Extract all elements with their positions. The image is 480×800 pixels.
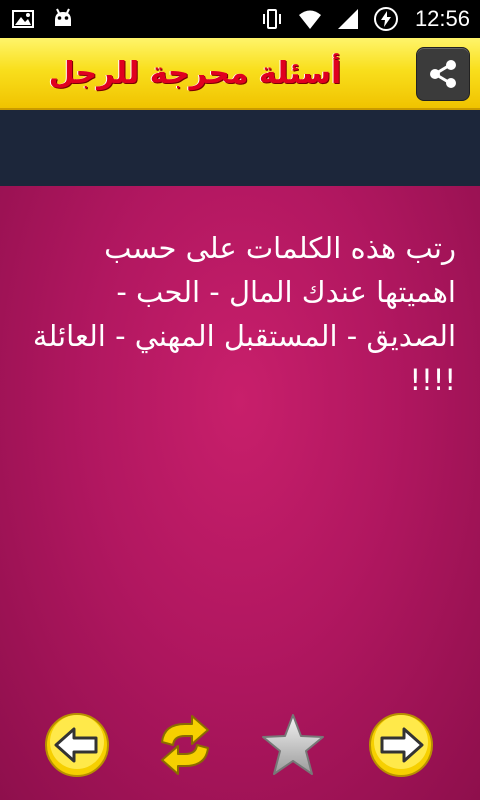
app-title: أسئلة محرجة للرجل [48, 55, 342, 91]
ad-banner[interactable] [0, 110, 480, 186]
refresh-icon [161, 715, 209, 775]
share-icon [430, 60, 456, 88]
next-button[interactable] [368, 712, 434, 778]
wifi-icon [297, 6, 323, 32]
favorite-button[interactable] [260, 712, 326, 778]
status-bar: 12:56 [0, 0, 480, 38]
android-debug-icon [50, 6, 76, 32]
arrow-right-icon [369, 713, 433, 777]
app-header: أسئلة محرجة للرجل [0, 38, 480, 110]
question-area: رتب هذه الكلمات على حسب اهميتها عندك الم… [0, 186, 480, 800]
battery-charging-icon [373, 6, 399, 32]
vibrate-icon [259, 6, 285, 32]
question-text: رتب هذه الكلمات على حسب اهميتها عندك الم… [32, 231, 456, 397]
previous-button[interactable] [44, 712, 110, 778]
status-time: 12:56 [414, 6, 470, 31]
image-icon [10, 6, 36, 32]
arrow-left-icon [45, 713, 109, 777]
signal-icon [335, 6, 361, 32]
share-button[interactable] [416, 47, 470, 101]
refresh-button[interactable] [152, 712, 218, 778]
star-icon [262, 714, 324, 775]
